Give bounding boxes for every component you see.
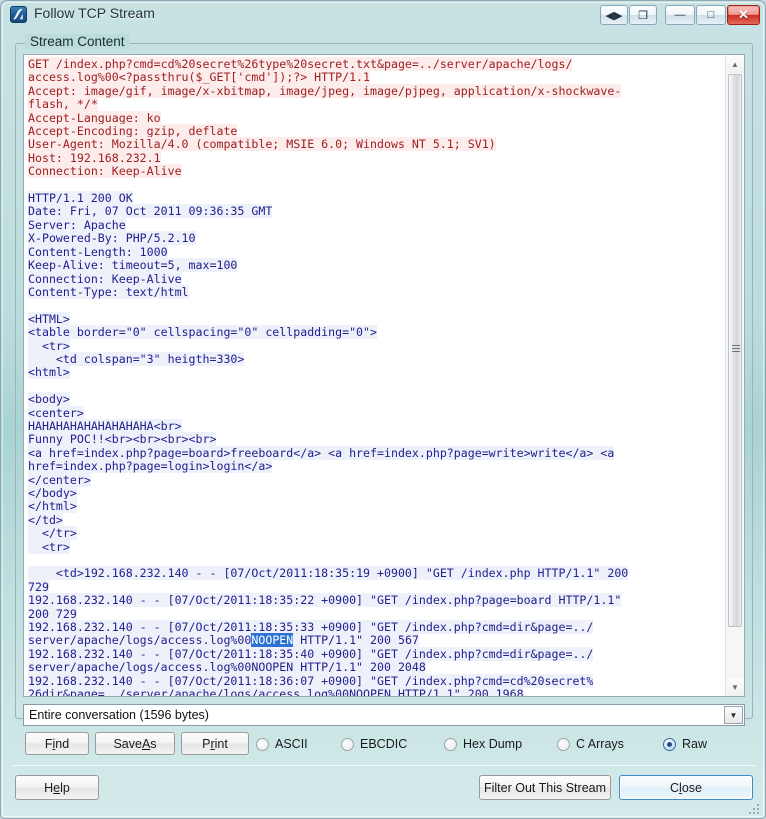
follow-tcp-stream-window: Follow TCP Stream ◀▶ ❐ — □ ✕ Stream Cont…	[0, 0, 766, 819]
filter-out-this-stream-button[interactable]: Filter Out This Stream	[479, 775, 611, 800]
close-button-label-post: ose	[681, 780, 702, 795]
scroll-up-arrow-icon[interactable]: ▲	[726, 55, 744, 73]
close-button-label-pre: C	[670, 780, 680, 795]
resize-grip-icon[interactable]	[748, 803, 760, 815]
save-as-button-label-post: s	[150, 736, 157, 751]
help-button[interactable]: He lp	[15, 775, 99, 800]
radio-hex-dump[interactable]: Hex Dump	[444, 736, 522, 752]
stream-content-view[interactable]: GET /index.php?cmd=cd%20secret%26type%20…	[23, 54, 745, 697]
radio-ascii-indicator	[256, 737, 269, 751]
conversation-select[interactable]: Entire conversation (1596 bytes) ▼	[23, 704, 745, 726]
close-window-button[interactable]: ✕	[727, 5, 760, 25]
wireshark-icon	[10, 6, 27, 23]
minimize-button[interactable]: —	[665, 5, 695, 25]
maximize-button[interactable]: □	[696, 5, 726, 25]
find-button-label-pre: F	[44, 736, 53, 751]
scrollbar-thumb[interactable]	[728, 74, 742, 627]
save-as-button-label-pre: Save	[113, 736, 142, 751]
radio-ebcdic[interactable]: EBCDIC	[341, 736, 407, 752]
radio-c-arrays-label: C Arrays	[576, 737, 624, 751]
stream-segment-response: HTTP/1.1 200 OK Date: Fri, 07 Oct 2011 0…	[28, 191, 273, 299]
window-titlebar[interactable]: Follow TCP Stream ◀▶ ❐ — □ ✕	[1, 1, 766, 29]
radio-hex-dump-label: Hex Dump	[463, 737, 523, 751]
conversation-select-value: Entire conversation (1596 bytes)	[29, 708, 209, 722]
help-button-mnemonic: e	[53, 780, 61, 795]
radio-c-arrays[interactable]: C Arrays	[557, 736, 624, 752]
scrollbar-grip-icon	[732, 345, 740, 352]
footer-divider	[11, 765, 757, 766]
radio-raw-indicator	[663, 737, 676, 751]
find-button-label-post: nd	[55, 736, 70, 751]
stream-segment-request: GET /index.php?cmd=cd%20secret%26type%20…	[28, 57, 622, 179]
radio-hex-dump-indicator	[444, 737, 457, 751]
chevron-down-icon[interactable]: ▼	[724, 706, 743, 724]
scroll-down-arrow-icon[interactable]: ▼	[726, 678, 744, 696]
stream-segment-selection: NOOPEN	[251, 633, 294, 648]
filter-out-button-label: Filter Out This Stream	[483, 780, 607, 795]
close-dialog-button[interactable]: Cl ose	[619, 775, 753, 800]
stream-segment-response: <body> <center> HAHAHAHAHAHAHAHAHA<br> F…	[28, 392, 615, 554]
window-title: Follow TCP Stream	[34, 5, 155, 21]
find-button[interactable]: Fi nd	[25, 732, 89, 755]
radio-ascii[interactable]: ASCII	[256, 736, 308, 752]
radio-ascii-label: ASCII	[275, 737, 308, 751]
stream-vertical-scrollbar[interactable]: ▲ ▼	[725, 55, 744, 696]
maximize-icon: □	[707, 9, 715, 21]
save-as-button-mnemonic: A	[141, 736, 151, 751]
splitter-toggle-button[interactable]: ◀▶	[600, 5, 628, 25]
detach-window-button[interactable]: ❐	[629, 5, 657, 25]
radio-c-arrays-indicator	[557, 737, 570, 751]
print-button-label-pre: P	[202, 736, 211, 751]
radio-raw-label: Raw	[682, 737, 708, 751]
minimize-icon: —	[674, 9, 686, 21]
stream-segment-response: <HTML> <table border="0" cellspacing="0"…	[28, 311, 378, 380]
help-button-label-pre: H	[44, 780, 54, 795]
help-button-label-post: lp	[60, 780, 70, 795]
close-icon: ✕	[738, 7, 749, 22]
save-as-button[interactable]: Save As	[95, 732, 175, 755]
splitter-icon: ◀▶	[605, 9, 623, 22]
print-button-label-post: int	[214, 736, 228, 751]
radio-ebcdic-indicator	[341, 737, 354, 751]
detach-icon: ❐	[638, 9, 648, 22]
radio-raw[interactable]: Raw	[663, 736, 707, 752]
radio-ebcdic-label: EBCDIC	[360, 737, 408, 751]
stream-content-label: Stream Content	[25, 34, 130, 49]
stream-content-text[interactable]: GET /index.php?cmd=cd%20secret%26type%20…	[24, 55, 724, 696]
print-button[interactable]: Pr int	[181, 732, 249, 755]
